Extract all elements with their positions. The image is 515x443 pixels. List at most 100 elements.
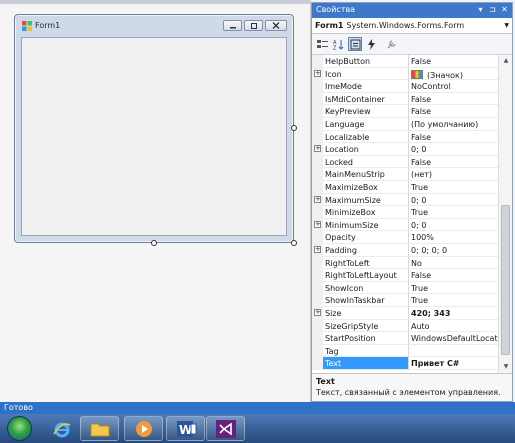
property-grid: HelpButton False + Icon (Значок) ImeMode NoCon… xyxy=(312,55,512,373)
expand-icon[interactable]: + xyxy=(314,195,321,203)
pin-icon[interactable]: ⊐ xyxy=(488,4,497,15)
property-row[interactable]: MainMenuStrip (нет) xyxy=(312,168,498,181)
expander-cell[interactable]: + xyxy=(312,307,323,320)
property-value[interactable]: False xyxy=(409,156,498,169)
properties-button[interactable] xyxy=(348,37,362,51)
property-row[interactable]: + MaximumSize 0; 0 xyxy=(312,193,498,207)
property-value[interactable]: 420; 343 xyxy=(409,307,498,320)
property-value[interactable]: Auto xyxy=(409,320,498,333)
form-title-bar[interactable]: Form1 xyxy=(15,15,293,37)
property-value[interactable]: No xyxy=(409,257,498,270)
expander-cell[interactable]: + xyxy=(312,67,323,81)
property-value[interactable]: True xyxy=(409,294,498,307)
taskbar-ie[interactable] xyxy=(42,416,81,441)
property-value[interactable]: (нет) xyxy=(409,168,498,181)
property-row[interactable]: IsMdiContainer False xyxy=(312,92,498,106)
property-value[interactable]: False xyxy=(409,269,498,282)
dropdown-icon[interactable]: ▾ xyxy=(476,4,485,15)
property-row[interactable]: Language (По умолчанию) xyxy=(312,118,498,131)
property-value[interactable]: WindowsDefaultLocation xyxy=(409,332,498,345)
form-client-area[interactable] xyxy=(21,37,287,236)
events-button[interactable] xyxy=(364,37,378,51)
property-row[interactable]: SizeGripStyle Auto xyxy=(312,319,498,333)
object-name: Form1 xyxy=(315,21,344,30)
property-value[interactable]: True xyxy=(409,181,498,194)
resize-handle-corner[interactable] xyxy=(291,240,297,246)
property-value[interactable]: False xyxy=(409,55,498,68)
property-row[interactable]: MaximizeBox True xyxy=(312,181,498,194)
property-value[interactable]: (По умолчанию) xyxy=(409,118,498,131)
property-row[interactable]: Localizable False xyxy=(312,130,498,144)
property-row[interactable]: RightToLeft No xyxy=(312,256,498,270)
maximize-button[interactable] xyxy=(244,20,263,31)
property-value[interactable]: False xyxy=(409,105,498,118)
property-row[interactable]: ShowInTaskbar True xyxy=(312,294,498,307)
property-value[interactable]: True xyxy=(409,282,498,295)
taskbar-media-player[interactable] xyxy=(124,416,163,441)
taskbar-word[interactable]: W xyxy=(166,416,205,441)
expander-cell[interactable]: + xyxy=(312,218,323,232)
expand-icon[interactable]: + xyxy=(314,69,321,77)
categorized-button[interactable] xyxy=(315,37,329,51)
property-row[interactable]: + Location 0; 0 xyxy=(312,143,498,156)
property-name: IsMdiContainer xyxy=(323,92,409,106)
property-value[interactable]: False xyxy=(409,131,498,144)
taskbar-explorer[interactable] xyxy=(80,416,119,441)
property-value[interactable]: NoControl xyxy=(409,80,498,93)
form-window[interactable]: Form1 xyxy=(14,14,294,243)
form-designer-surface[interactable]: Form1 xyxy=(0,0,311,402)
scroll-up-icon[interactable]: ▲ xyxy=(501,57,511,65)
property-value[interactable]: 0; 0 xyxy=(409,143,498,156)
property-row[interactable]: ShowIcon True xyxy=(312,281,498,295)
property-name: RightToLeftLayout xyxy=(323,269,409,282)
property-value[interactable]: False xyxy=(409,93,498,106)
start-button[interactable] xyxy=(7,416,32,441)
property-value[interactable]: True xyxy=(409,206,498,219)
property-row[interactable]: + Padding 0; 0; 0; 0 xyxy=(312,244,498,257)
alphabetical-button[interactable]: AZ xyxy=(331,37,345,51)
expander-cell[interactable]: + xyxy=(312,193,323,207)
property-pages-button[interactable] xyxy=(384,37,398,51)
object-selector[interactable]: Form1 System.Windows.Forms.Form ▼ xyxy=(312,18,512,34)
close-button[interactable] xyxy=(265,20,287,31)
expand-icon[interactable]: + xyxy=(314,309,321,316)
expander-cell[interactable]: + xyxy=(312,143,323,156)
property-row[interactable]: Text Привет C# xyxy=(312,357,498,370)
close-icon[interactable]: ✕ xyxy=(500,4,509,15)
property-row[interactable]: + Size 420; 343 xyxy=(312,307,498,320)
property-value[interactable]: 100% xyxy=(409,231,498,244)
expand-icon[interactable]: + xyxy=(314,220,321,228)
expander-cell xyxy=(312,344,323,358)
scroll-down-icon[interactable]: ▼ xyxy=(501,363,511,371)
taskbar-visual-studio[interactable] xyxy=(206,416,245,441)
scroll-thumb[interactable] xyxy=(501,205,510,355)
chevron-down-icon[interactable]: ▼ xyxy=(504,22,509,29)
property-row[interactable]: + MinimumSize 0; 0 xyxy=(312,218,498,232)
property-row[interactable]: RightToLeftLayout False xyxy=(312,269,498,282)
property-value[interactable]: Привет C# xyxy=(409,357,498,370)
property-row[interactable]: KeyPreview False xyxy=(312,105,498,118)
property-value-text: True xyxy=(411,208,428,218)
property-name: Language xyxy=(323,118,409,131)
property-row[interactable]: ImeMode NoControl xyxy=(312,80,498,93)
designer-tab-strip xyxy=(0,0,311,4)
property-value[interactable] xyxy=(409,345,498,358)
property-row[interactable]: Locked False xyxy=(312,155,498,169)
expand-icon[interactable]: + xyxy=(314,145,321,153)
property-row[interactable]: Tag xyxy=(312,344,498,358)
resize-handle-right[interactable] xyxy=(291,125,297,131)
property-value[interactable]: 0; 0 xyxy=(409,194,498,207)
property-grid-scrollbar[interactable]: ▲ ▼ xyxy=(498,55,512,373)
property-row[interactable]: MinimizeBox True xyxy=(312,206,498,219)
property-row[interactable]: Opacity 100% xyxy=(312,231,498,244)
property-value[interactable]: 0; 0 xyxy=(409,219,498,232)
property-row[interactable]: + Icon (Значок) xyxy=(312,67,498,81)
resize-handle-bottom[interactable] xyxy=(151,240,157,246)
property-row[interactable]: HelpButton False xyxy=(312,55,498,68)
property-value[interactable]: (Значок) xyxy=(409,68,498,81)
property-row[interactable]: StartPositionWindowsDefaultLocation xyxy=(312,332,498,345)
minimize-button[interactable] xyxy=(223,20,242,31)
property-value[interactable]: 0; 0; 0; 0 xyxy=(409,244,498,257)
expand-icon[interactable]: + xyxy=(314,246,321,253)
expander-cell[interactable]: + xyxy=(312,244,323,257)
